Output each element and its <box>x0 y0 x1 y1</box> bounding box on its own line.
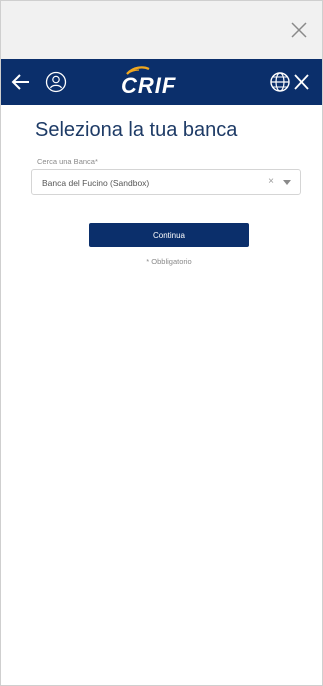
logo-text: CRIF <box>121 73 177 98</box>
bank-select[interactable]: Banca del Fucino (Sandbox) × <box>31 169 301 195</box>
continue-button[interactable]: Continua <box>89 223 249 247</box>
window-top-bar <box>1 1 322 59</box>
clear-icon[interactable]: × <box>268 176 274 188</box>
globe-icon <box>270 72 290 92</box>
app-window: CRIF Seleziona la tua banca Cerca una Ba… <box>0 0 323 686</box>
caret-down-icon[interactable] <box>283 180 291 185</box>
required-note: * Obbligatorio <box>146 257 192 266</box>
bank-search-label: Cerca una Banca* <box>37 157 98 166</box>
page-title: Seleziona la tua banca <box>35 119 238 141</box>
close-icon[interactable] <box>288 19 310 41</box>
crif-logo: CRIF <box>113 65 211 99</box>
header-navbar: CRIF <box>1 59 322 105</box>
close-icon <box>294 74 309 90</box>
arrow-left-icon[interactable] <box>9 70 33 94</box>
user-avatar-icon[interactable] <box>45 71 67 93</box>
language-selector[interactable] <box>268 69 314 95</box>
bank-select-value: Banca del Fucino (Sandbox) <box>42 178 150 188</box>
